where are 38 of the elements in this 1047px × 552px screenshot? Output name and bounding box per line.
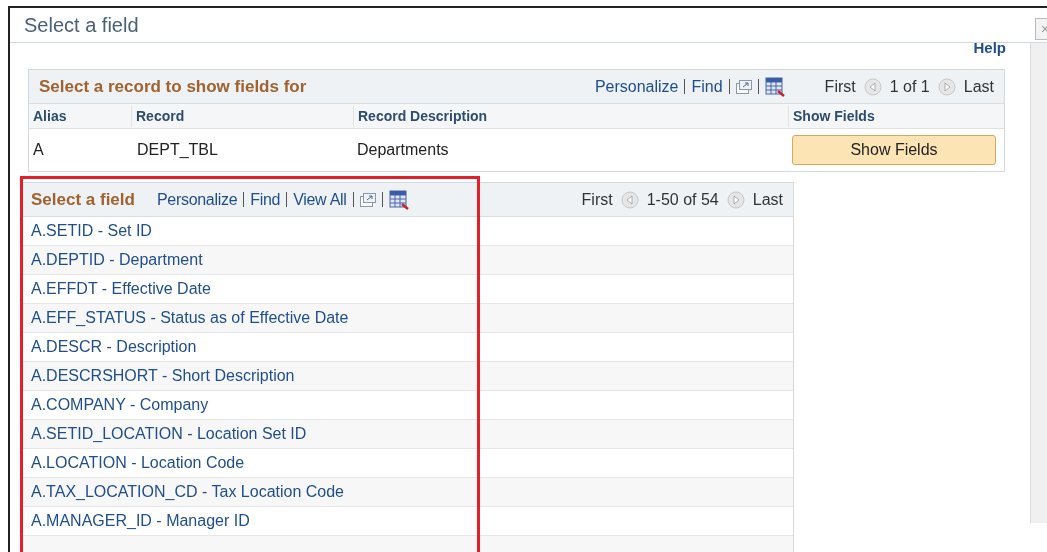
field-link[interactable]: A.DESCRSHORT - Short Description <box>31 364 295 388</box>
help-link[interactable]: Help <box>973 41 1006 55</box>
grid-link[interactable]: View All <box>293 187 347 212</box>
grid-link[interactable]: Personalize <box>156 187 238 212</box>
table-cell-text: DEPT_TBL <box>136 140 219 160</box>
field-link[interactable]: A.TAX_LOCATION_CD - Tax Location Code <box>31 480 344 504</box>
field-link[interactable]: A.SETID - Set ID <box>31 219 152 243</box>
grid-title: Select a record to show fields for <box>39 75 307 98</box>
field-link[interactable]: A.LOCATION - Location Code <box>31 451 245 475</box>
first-link[interactable]: First <box>824 74 856 99</box>
field-link[interactable]: A.DESCR - Description <box>31 335 197 359</box>
new-window-icon[interactable] <box>735 79 752 94</box>
grid-link[interactable]: Personalize <box>594 74 679 99</box>
row-range: 1-50 of 54 <box>646 189 719 210</box>
table-cell-text: A <box>32 140 45 160</box>
last-link[interactable]: Last <box>752 187 783 212</box>
field-link[interactable]: A.MANAGER_ID - Manager ID <box>31 509 250 533</box>
column-header: Show Fields <box>788 105 1004 127</box>
first-link[interactable]: First <box>581 187 613 212</box>
new-window-icon[interactable] <box>359 192 376 207</box>
field-link[interactable]: A.EFFDT - Effective Date <box>31 277 211 301</box>
download-grid-icon[interactable] <box>764 76 785 97</box>
column-header: Record <box>131 105 353 127</box>
field-link[interactable]: A.SETID_LOCATION - Location Set ID <box>31 422 307 446</box>
window-title: Select a field <box>24 13 139 38</box>
field-link[interactable]: A.COMPANY - Company <box>31 393 209 417</box>
show-fields-button[interactable]: Show Fields <box>792 135 996 165</box>
grid-link[interactable]: Find <box>691 74 723 99</box>
last-link[interactable]: Last <box>963 74 994 99</box>
download-grid-icon[interactable] <box>388 189 409 210</box>
grid-link[interactable]: Find <box>250 187 281 212</box>
table-cell-text: Departments <box>356 140 450 160</box>
column-header: Alias <box>32 106 68 126</box>
column-header: Record Description <box>353 105 788 127</box>
field-link[interactable]: A.EFF_STATUS - Status as of Effective Date <box>31 306 349 330</box>
row-range: 1 of 1 <box>889 76 930 97</box>
field-link[interactable]: A.DEPTID - Department <box>31 248 203 272</box>
grid-title: Select a field <box>31 188 135 211</box>
